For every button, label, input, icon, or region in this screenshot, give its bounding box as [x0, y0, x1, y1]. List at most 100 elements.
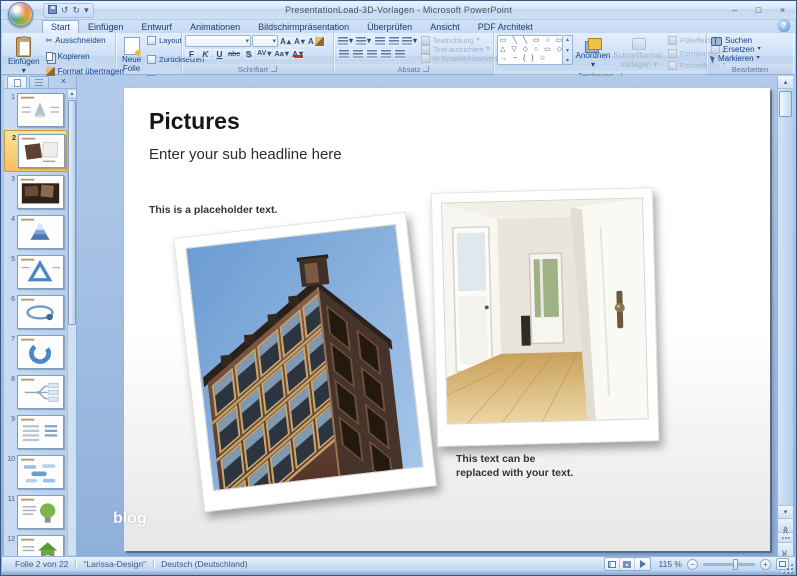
maximize-button[interactable]: □ [750, 3, 767, 16]
shapes-gallery-scroll[interactable]: ▴ ▾ ▾ [563, 35, 573, 65]
panel-scrollbar[interactable]: ▴ [67, 90, 76, 555]
tab-gliederung[interactable] [29, 76, 49, 88]
numbering-button[interactable]: ▾ [355, 35, 372, 46]
align-right-button[interactable] [365, 48, 378, 59]
dialog-launcher-icon[interactable] [423, 66, 429, 72]
justify-button[interactable] [379, 48, 392, 59]
slide-thumbnail-12[interactable]: 12 [4, 532, 67, 556]
slide-thumbnail-11[interactable]: 11 [4, 492, 67, 532]
previous-slide-button[interactable]: ≪ [778, 518, 793, 532]
slide-thumbnail-7[interactable]: 7 [4, 332, 67, 372]
qat-dropdown-icon[interactable]: ▾ [84, 6, 89, 15]
italic-button[interactable]: K [199, 48, 212, 59]
slide-thumbnail-1[interactable]: 1 [4, 90, 67, 130]
character-spacing-button[interactable]: AV▾ [256, 48, 272, 59]
change-case-button[interactable]: Aa▾ [273, 48, 290, 59]
tab-ansicht[interactable]: Ansicht [421, 20, 469, 33]
scroll-up-icon[interactable]: ▴ [566, 36, 569, 43]
close-button[interactable]: × [774, 3, 791, 16]
align-left-button[interactable] [337, 48, 350, 59]
zoom-in-button[interactable]: + [760, 559, 771, 570]
normal-view-button[interactable] [605, 558, 620, 570]
shrink-font-button[interactable]: A▾ [293, 36, 306, 47]
slide-thumbnail-8[interactable]: 8 [4, 372, 67, 412]
tab-einfügen[interactable]: Einfügen [79, 20, 133, 33]
slide-subtitle[interactable]: Enter your sub headline here [149, 146, 342, 163]
tab-start[interactable]: Start [42, 20, 79, 33]
resize-grip[interactable] [781, 562, 793, 574]
select-button[interactable]: Markieren▾ [710, 54, 762, 63]
next-slide-button[interactable]: ≪ [778, 542, 793, 556]
dialog-launcher-icon[interactable] [271, 66, 277, 72]
shapes-row[interactable]: △ ▽ ◇ ○ ▭ ◇ [500, 46, 560, 54]
tab-entwurf[interactable]: Entwurf [133, 20, 182, 33]
zoom-slider[interactable] [703, 563, 755, 566]
scroll-up-icon[interactable]: ▴ [778, 76, 793, 89]
slide-thumbnail-6[interactable]: 6 [4, 292, 67, 332]
font-name-combo[interactable]: ▾ [185, 35, 251, 47]
slide-thumbnail-10[interactable]: 10 [4, 452, 67, 492]
shapes-row[interactable]: → ~ { } ☆ [500, 55, 560, 63]
slide-title[interactable]: Pictures [149, 108, 240, 135]
font-size-combo[interactable]: ▾ [252, 35, 278, 47]
office-button[interactable] [8, 2, 36, 27]
arrange-button[interactable]: Anordnen ▾ [575, 35, 611, 71]
scroll-down-icon[interactable]: ▾ [566, 47, 569, 54]
increase-indent-button[interactable] [387, 35, 400, 46]
tab-überprüfen[interactable]: Überprüfen [358, 20, 421, 33]
scroll-up-icon[interactable]: ▴ [68, 90, 76, 99]
tab-animationen[interactable]: Animationen [181, 20, 249, 33]
slide-sorter-button[interactable] [620, 558, 635, 570]
photo-hallway[interactable] [431, 187, 660, 447]
save-icon[interactable] [48, 5, 57, 16]
copy-button[interactable]: Kopieren [45, 52, 125, 61]
help-button[interactable]: ? [778, 20, 790, 32]
shapes-row[interactable]: ▭ ╲ ╲ ▭ ○ ▭ [500, 37, 560, 45]
font-color-button[interactable]: A▾ [291, 48, 304, 59]
language-indicator[interactable]: Deutsch (Deutschland) [154, 559, 254, 569]
strikethrough-button[interactable]: abc [227, 48, 241, 59]
grow-font-button[interactable]: A▴ [279, 36, 292, 47]
scissors-icon: ✂ [46, 36, 53, 45]
gallery-more-icon[interactable]: ▾ [566, 57, 569, 64]
slide-canvas[interactable]: Pictures Enter your sub headline here Th… [124, 88, 770, 551]
zoom-level[interactable]: 115 % [656, 559, 682, 569]
replace-button[interactable]: Ersetzen▾ [710, 45, 762, 54]
tab-folien[interactable] [7, 76, 27, 88]
redo-icon[interactable]: ↻ [73, 6, 81, 15]
quick-styles-button[interactable]: Schnellformat- vorlagen ▾ [613, 35, 665, 71]
slide-thumbnail-9[interactable]: 9 [4, 412, 67, 452]
zoom-slider-thumb[interactable] [733, 559, 738, 570]
text-shadow-button[interactable]: S [242, 48, 255, 59]
shapes-gallery[interactable]: ▭ ╲ ╲ ▭ ○ ▭ △ ▽ ◇ ○ ▭ ◇ → ~ { } ☆ [497, 35, 563, 65]
slide-thumbnail-3[interactable]: 3 [4, 172, 67, 212]
clear-formatting-button[interactable]: A [307, 36, 325, 47]
slide-body-text[interactable]: This is a placeholder text. [149, 204, 277, 216]
decrease-indent-button[interactable] [373, 35, 386, 46]
panel-scroll-thumb[interactable] [68, 100, 76, 325]
slide-thumbnail-5[interactable]: 5 [4, 252, 67, 292]
slide-thumbnail-2[interactable]: 2 [4, 130, 67, 172]
find-button[interactable]: Suchen [710, 36, 762, 45]
panel-close-icon[interactable]: × [61, 77, 66, 86]
tab-pdf-architekt[interactable]: PDF Architekt [469, 20, 542, 33]
scroll-thumb[interactable] [779, 91, 792, 117]
photo-building[interactable] [173, 212, 437, 513]
vertical-scrollbar[interactable]: ▴ ▾ ≪ ≪ [777, 76, 793, 556]
zoom-out-button[interactable]: − [687, 559, 698, 570]
minimize-button[interactable]: – [726, 3, 743, 16]
slide-caption[interactable]: This text can be replaced with your text… [456, 452, 573, 480]
line-spacing-button[interactable]: ▾ [401, 35, 418, 46]
scroll-down-icon[interactable]: ▾ [778, 505, 793, 518]
bullets-button[interactable]: ▾ [337, 35, 354, 46]
slideshow-button[interactable] [635, 558, 650, 570]
underline-button[interactable]: U [213, 48, 226, 59]
undo-icon[interactable]: ↺ [61, 6, 69, 15]
columns-button[interactable] [393, 48, 406, 59]
paste-button[interactable]: Einfügen ▾ [5, 35, 43, 77]
align-center-button[interactable] [351, 48, 364, 59]
cut-button[interactable]: ✂Ausschneiden [45, 36, 125, 45]
tab-bildschirmpräsentation[interactable]: Bildschirmpräsentation [249, 20, 358, 33]
slide-thumbnail-4[interactable]: 4 [4, 212, 67, 252]
bold-button[interactable]: F [185, 48, 198, 59]
